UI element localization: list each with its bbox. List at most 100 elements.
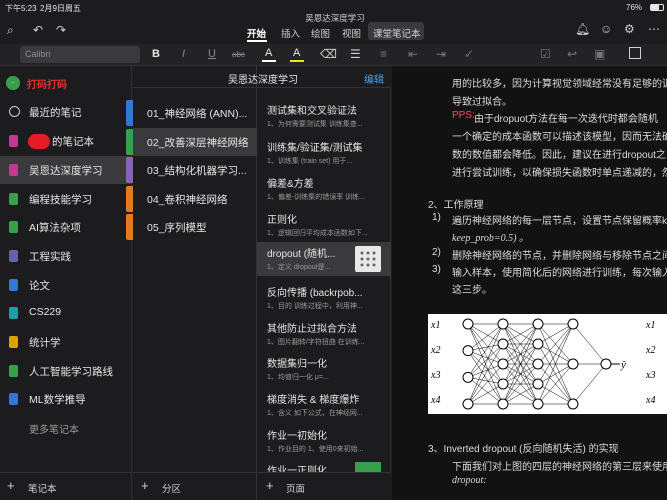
notebook-label: 编程技能学习 <box>29 194 92 206</box>
section-05[interactable]: 05_序列模型 <box>126 213 257 241</box>
indent-icon[interactable]: ⇥ <box>436 48 446 60</box>
notebook-ml-math[interactable]: ML数学推导 <box>0 385 132 413</box>
page-thumbnail <box>355 462 381 472</box>
bell-icon[interactable]: 🔔︎ <box>575 23 590 35</box>
numbered-list-icon[interactable]: ≡ <box>380 48 387 60</box>
bullet-list-icon[interactable]: ☰ <box>350 48 361 60</box>
notebook-recent[interactable]: 最近的笔记 <box>0 98 132 126</box>
nn-edge <box>572 323 607 365</box>
notebook-engineering[interactable]: 工程实践 <box>0 242 132 270</box>
redaction-mark <box>28 134 50 149</box>
gear-icon[interactable]: ⚙ <box>624 23 635 35</box>
page-snippet: 1、偏差-训练集的错误率 训练... <box>267 194 366 201</box>
nn-edge <box>467 343 504 405</box>
notebook-wuenda[interactable]: 吴恩达深度学习 <box>0 156 132 184</box>
nn-node <box>532 338 544 350</box>
page-title: dropout (随机... <box>267 249 336 260</box>
nn-node <box>532 398 544 410</box>
add-page-bar[interactable]: + 页面 <box>257 472 391 500</box>
status-time: 下午5:23 <box>5 4 37 13</box>
avatar[interactable]: ·· <box>6 76 20 90</box>
nn-node <box>567 358 579 370</box>
notebook-label: CS229 <box>29 306 62 318</box>
section-04[interactable]: 04_卷积神经网络 <box>126 185 257 213</box>
redo-icon[interactable]: ↷ <box>56 24 66 36</box>
person-add-icon[interactable]: ☺ <box>600 23 612 35</box>
nn-node <box>532 358 544 370</box>
more-icon[interactable]: ⋯ <box>648 23 660 35</box>
page-title: 偏差&方差 <box>267 179 314 190</box>
page-item[interactable]: 作业一初始化 1、作业目的 1、使用0来初始... <box>257 424 391 458</box>
more-notebooks-link[interactable]: 更多笔记本 <box>29 421 79 436</box>
tab-class-notebook[interactable]: 课堂笔记本 <box>373 26 421 40</box>
bold-button[interactable]: B <box>152 48 160 60</box>
page-snippet: 1、训练集 (train set) 用于... <box>267 158 353 165</box>
nn-edge <box>467 343 504 378</box>
page-item[interactable]: 其他防止过拟合方法 1、图片翻转/字符扭曲 在训练... <box>257 317 391 351</box>
outdent-icon[interactable]: ⇤ <box>408 48 418 60</box>
doc-line: 进行尝试训练，以确保损失函数时单点递减的，然 <box>452 168 667 179</box>
tag-icon[interactable]: ✓ <box>464 48 474 60</box>
tab-view[interactable]: 视图 <box>342 26 361 40</box>
add-notebook-bar[interactable]: + 笔记本 <box>0 472 132 500</box>
plus-icon: + <box>141 478 149 493</box>
highlight-button[interactable]: A <box>293 47 300 59</box>
doc-line: 导致过拟合。 <box>452 97 512 108</box>
notebook-programming[interactable]: 编程技能学习 <box>0 185 132 213</box>
notebook-cs229[interactable]: CS229 <box>0 299 132 327</box>
search-icon[interactable]: ⌕ <box>7 24 14 36</box>
nn-node <box>497 378 509 390</box>
page-item[interactable]: 偏差&方差 1、偏差-训练集的错误率 训练... <box>257 172 391 206</box>
font-selector[interactable]: Calibri <box>20 46 140 63</box>
undo-icon[interactable]: ↶ <box>33 24 43 36</box>
checkbox-icon[interactable]: ☑ <box>540 48 551 60</box>
neural-network-figure: x1 x2 x3 x4 ŷ <box>428 314 648 414</box>
nn-edge <box>467 383 504 405</box>
notebook-ai-algo[interactable]: AI算法杂项 <box>0 213 132 241</box>
notebook-papers[interactable]: 论文 <box>0 271 132 299</box>
account-name[interactable]: 打码打码 <box>27 76 67 91</box>
add-section-label: 分区 <box>162 484 182 495</box>
font-color-button[interactable]: A <box>265 47 272 59</box>
page-title: 作业一初始化 <box>267 431 327 442</box>
add-section-bar[interactable]: + 分区 <box>133 472 257 500</box>
page-item[interactable]: 作业一正则化 <box>257 459 391 472</box>
page-item[interactable]: 训练集/验证集/测试集 1、训练集 (train set) 用于... <box>257 136 391 170</box>
fullscreen-icon[interactable] <box>629 47 641 59</box>
list-text: 遍历神经网络的每一层节点，设置节点保留概率ke <box>452 216 667 227</box>
section-01[interactable]: 01_神经网络 (ANN)... <box>126 99 257 127</box>
page-item[interactable]: 测试集和交叉验证法 1、为何需要测试集 训练集查... <box>257 99 391 133</box>
page-title: 正则化 <box>267 215 297 226</box>
tab-insert[interactable]: 插入 <box>281 26 300 40</box>
notebook-statistics[interactable]: 统计学 <box>0 328 132 356</box>
nn-edge <box>537 323 574 345</box>
page-item[interactable]: 反向传播 (backrpob... 1、目的 训练过程中，利用神... <box>257 281 391 315</box>
page-item[interactable]: 数据集归一化 1、均值归一化 μ=... <box>257 352 391 386</box>
underline-button[interactable]: U <box>208 48 216 60</box>
tab-draw[interactable]: 绘图 <box>311 26 330 40</box>
page-snippet: 1、目的 训练过程中，利用神... <box>267 303 363 310</box>
page-item[interactable]: 正则化 1、逻辑回归平均成本函数如下... <box>257 208 391 242</box>
section-02[interactable]: 02_改善深层神经网络 <box>126 128 257 156</box>
page-item[interactable]: 梯度消失 & 梯度爆炸 1、含义 如下公式，在神经网... <box>257 388 391 422</box>
status-date: 2月9日周五 <box>40 4 81 13</box>
attach-icon[interactable]: ↩ <box>567 48 577 60</box>
document-canvas[interactable]: 用的比较多，因为计算视觉领域经常没有足够的训 导致过拟合。 PPS: 由于dro… <box>392 66 667 500</box>
section-03[interactable]: 03_结构化机器学习... <box>126 156 257 184</box>
notebook-ai-roadmap[interactable]: 人工智能学习路线 <box>0 357 132 385</box>
notebook-personal[interactable]: 的笔记本 <box>0 127 132 155</box>
section-heading-2: 2、工作原理 <box>428 200 484 211</box>
image-icon[interactable]: ▣ <box>594 48 605 60</box>
nn-node <box>462 318 474 330</box>
nn-edge <box>467 350 504 385</box>
clear-format-icon[interactable]: ⌫ <box>320 48 337 60</box>
edit-button[interactable]: 编辑 <box>364 71 384 86</box>
output-yhat: ŷ <box>621 359 626 371</box>
list-number: 3) <box>432 264 441 275</box>
page-item-selected[interactable]: dropout (随机... 1、定义 dropout是... <box>257 242 391 276</box>
strikethrough-button[interactable]: abc <box>232 50 245 59</box>
thumbnail-graphic <box>360 251 376 267</box>
input-x3: x3 <box>431 370 441 381</box>
italic-button[interactable]: I <box>182 48 185 60</box>
tab-home[interactable]: 开始 <box>247 26 266 40</box>
